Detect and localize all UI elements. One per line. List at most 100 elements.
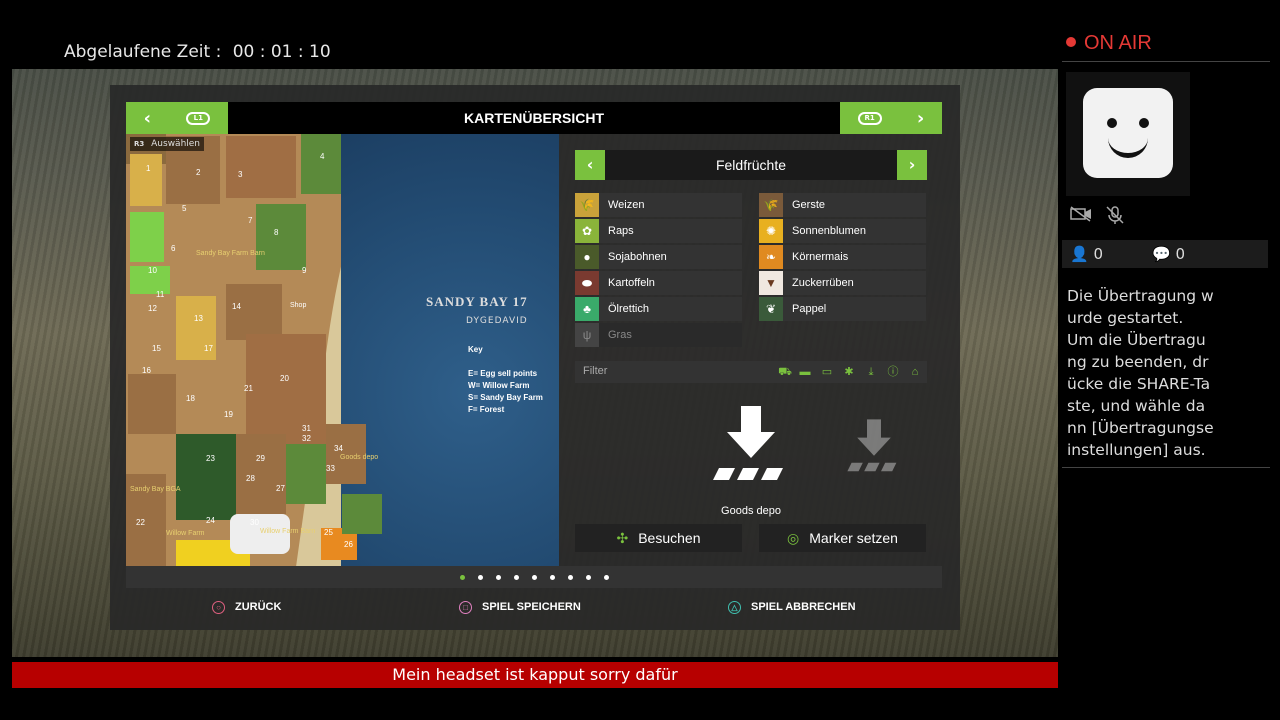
broadcast-message: Die Übertragung w urde gestartet. Um die… bbox=[1067, 287, 1214, 459]
field-label: 12 bbox=[148, 304, 157, 313]
soybean-icon: ● bbox=[575, 245, 599, 269]
category-title: Feldfrüchte bbox=[715, 157, 787, 173]
crop-item[interactable]: 🌾 Weizen bbox=[575, 193, 742, 217]
viewer-count-value: 0 bbox=[1093, 245, 1104, 263]
page-dot[interactable] bbox=[532, 575, 537, 580]
avatar bbox=[1066, 72, 1190, 196]
field-label: 1 bbox=[146, 164, 151, 173]
wheat-icon: 🌾 bbox=[575, 193, 599, 217]
crop-item[interactable]: ❦ Pappel bbox=[759, 297, 926, 321]
page-dot[interactable] bbox=[496, 575, 501, 580]
crop-label: Ölrettich bbox=[608, 303, 649, 315]
place-label: Sandy Bay BGA bbox=[130, 486, 181, 493]
field-label: 6 bbox=[171, 244, 176, 253]
filter-bar[interactable]: Filter ⛟ ▬ ▭ ✱ ⤓ ⓘ ⌂ bbox=[575, 361, 927, 383]
page-dot[interactable] bbox=[460, 575, 465, 580]
comment-count-value: 0 bbox=[1175, 245, 1186, 263]
goods-depot-icon bbox=[713, 406, 783, 480]
prev-page-button[interactable]: ‹ L1 bbox=[126, 102, 228, 134]
field-label: 34 bbox=[334, 444, 343, 453]
crop-item[interactable]: ⬬ Kartoffeln bbox=[575, 271, 742, 295]
crop-item[interactable]: ♣ Ölrettich bbox=[575, 297, 742, 321]
field-label: 8 bbox=[274, 228, 279, 237]
farm-map[interactable]: R3 Auswählen 1 2 3 4 5 6 7 8 9 10 11 12 … bbox=[126, 134, 559, 566]
info-panel: ‹ Feldfrüchte › 🌾 Weizen ✿ Raps ● Sojabohne… bbox=[575, 134, 927, 566]
alert-filter-icon[interactable]: ⓘ bbox=[885, 364, 901, 380]
rapeseed-icon: ✿ bbox=[575, 219, 599, 243]
circle-button-icon: ○ bbox=[212, 600, 225, 614]
mic-off-icon bbox=[1106, 206, 1124, 228]
crop-item[interactable]: ✿ Raps bbox=[575, 219, 742, 243]
page-indicator bbox=[126, 566, 942, 588]
map-key-title: Key bbox=[468, 345, 483, 354]
crop-item[interactable]: ● Sojabohnen bbox=[575, 245, 742, 269]
camera-off-icon bbox=[1070, 206, 1092, 226]
set-marker-button[interactable]: ◎ Marker setzen bbox=[759, 524, 926, 552]
sugarbeet-icon: ▼ bbox=[759, 271, 783, 295]
crop-item: ψ Gras bbox=[575, 323, 742, 347]
vehicle-filter-icon[interactable]: ▬ bbox=[797, 364, 813, 380]
back-button[interactable]: ○ ZURÜCK bbox=[212, 592, 281, 622]
crop-item[interactable]: ✺ Sonnenblumen bbox=[759, 219, 926, 243]
field-label: 2 bbox=[196, 168, 201, 177]
crop-label: Weizen bbox=[608, 199, 645, 211]
crop-label: Zuckerrüben bbox=[792, 277, 854, 289]
grass-icon: ψ bbox=[575, 323, 599, 347]
field-label: 11 bbox=[156, 290, 165, 299]
page-dot[interactable] bbox=[478, 575, 483, 580]
field-label: 21 bbox=[244, 384, 253, 393]
stream-stats: 👤 0 💬 0 bbox=[1062, 240, 1268, 268]
page-dot[interactable] bbox=[586, 575, 591, 580]
crop-label: Pappel bbox=[792, 303, 827, 315]
page-dot[interactable] bbox=[604, 575, 609, 580]
next-page-button[interactable]: R1 › bbox=[840, 102, 942, 134]
smiley-avatar-icon bbox=[1083, 88, 1173, 178]
r1-button-icon: R1 bbox=[857, 111, 882, 125]
crop-item[interactable]: ▼ Zuckerrüben bbox=[759, 271, 926, 295]
save-game-button[interactable]: □ SPIEL SPEICHERN bbox=[459, 592, 581, 622]
trailer-filter-icon[interactable]: ▭ bbox=[819, 364, 835, 380]
map-name: SANDY BAY 17 bbox=[426, 294, 528, 309]
page-dot[interactable] bbox=[514, 575, 519, 580]
page-dot[interactable] bbox=[568, 575, 573, 580]
map-key-line: W= Willow Farm bbox=[468, 381, 530, 390]
visit-button[interactable]: ✣ Besuchen bbox=[575, 524, 742, 552]
comment-icon: 💬 bbox=[1152, 245, 1171, 263]
field-label: 23 bbox=[206, 454, 215, 463]
place-label: Willow Farm Barn bbox=[260, 528, 316, 535]
field-label: 26 bbox=[344, 540, 353, 549]
field-label: 5 bbox=[182, 204, 187, 213]
marker-icon: ◎ bbox=[787, 529, 800, 546]
place-label: Goods depo bbox=[340, 454, 379, 461]
page-dot[interactable] bbox=[550, 575, 555, 580]
map-author: DYGEDAVID bbox=[466, 316, 528, 326]
marker-label: Marker setzen bbox=[809, 530, 898, 546]
category-selector: ‹ Feldfrüchte › bbox=[575, 150, 927, 180]
crop-label: Gerste bbox=[792, 199, 826, 211]
tractor-filter-icon[interactable]: ⛟ bbox=[777, 364, 793, 380]
map-key-line: S= Sandy Bay Farm bbox=[468, 393, 543, 402]
field-label: 18 bbox=[186, 394, 195, 403]
map-key-line: F= Forest bbox=[468, 405, 505, 414]
map-key: Key E= Egg sell points W= Willow Farm S=… bbox=[468, 344, 543, 416]
quit-game-button[interactable]: △ SPIEL ABBRECHEN bbox=[728, 592, 856, 622]
farm-filter-icon[interactable]: ⌂ bbox=[907, 364, 923, 380]
sellpoint-filter-icon[interactable]: ⤓ bbox=[863, 364, 879, 380]
crop-label: Gras bbox=[608, 329, 632, 341]
map-overview-panel: ‹ L1 KARTENÜBERSICHT R1 › R3 Auswählen 1… bbox=[110, 85, 960, 630]
field-label: 30 bbox=[250, 518, 259, 527]
production-filter-icon[interactable]: ✱ bbox=[841, 364, 857, 380]
crop-item[interactable]: ❧ Körnermais bbox=[759, 245, 926, 269]
field-label: 33 bbox=[326, 464, 335, 473]
stream-screen: Abgelaufene Zeit : 00 : 01 : 10 ‹ L1 KAR… bbox=[0, 0, 1280, 720]
category-prev-button[interactable]: ‹ bbox=[575, 150, 605, 180]
crop-item[interactable]: 🌾 Gerste bbox=[759, 193, 926, 217]
crop-label: Sonnenblumen bbox=[792, 225, 867, 237]
quit-label: SPIEL ABBRECHEN bbox=[751, 601, 856, 613]
crop-label: Sojabohnen bbox=[608, 251, 667, 263]
sellpoint-icon bbox=[847, 419, 897, 472]
on-air-status: ON AIR bbox=[1066, 32, 1152, 55]
viewers-icon: 👤 bbox=[1070, 245, 1089, 263]
square-button-icon: □ bbox=[459, 600, 472, 614]
category-next-button[interactable]: › bbox=[897, 150, 927, 180]
